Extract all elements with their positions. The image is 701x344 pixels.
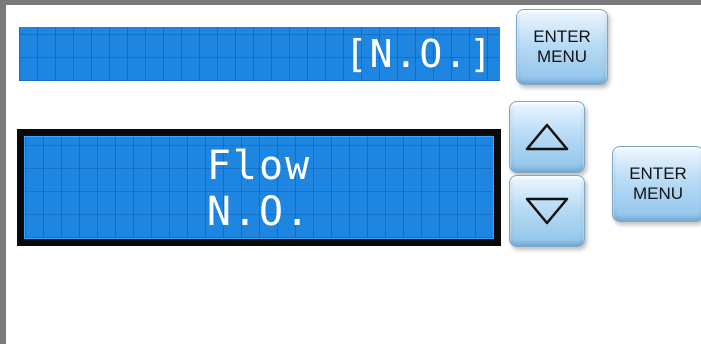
enter-menu-button-right[interactable]: ENTER MENU	[612, 146, 701, 222]
enter-menu-button-top[interactable]: ENTER MENU	[516, 9, 608, 85]
menu-item-value: [N.O.]	[344, 32, 494, 76]
main-lcd-frame: Flow N.O.	[17, 129, 501, 246]
down-arrow-button[interactable]	[509, 175, 585, 247]
main-lcd-line-2: N.O.	[206, 189, 312, 235]
triangle-up-icon	[525, 123, 569, 151]
triangle-down-icon	[525, 197, 569, 225]
frame-left-border	[0, 0, 6, 344]
enter-menu-label: ENTER MENU	[533, 27, 591, 66]
main-lcd-line-1: Flow	[206, 143, 312, 189]
menu-lcd-display: >Flow [N.O.]	[19, 27, 500, 130]
up-arrow-button[interactable]	[509, 101, 585, 173]
frame-top-border	[0, 0, 701, 5]
main-lcd-display: Flow N.O.	[24, 136, 494, 239]
menu-item-label: >Flow	[74, 86, 200, 130]
enter-menu-label: ENTER MENU	[629, 164, 687, 203]
